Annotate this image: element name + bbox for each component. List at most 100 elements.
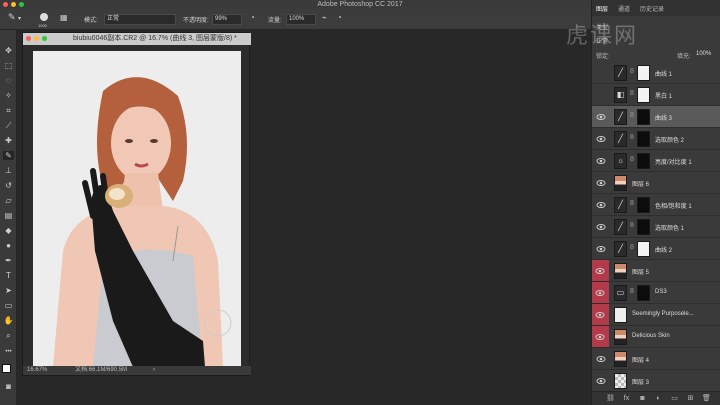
tab-channels[interactable]: 通道: [618, 4, 630, 13]
history-brush-tool-icon[interactable]: ↺: [3, 181, 14, 190]
new-group-icon[interactable]: ▭: [670, 394, 679, 403]
airbrush-icon[interactable]: ⌁: [322, 13, 327, 22]
quick-select-tool-icon[interactable]: ✧: [3, 91, 14, 100]
type-tool-icon[interactable]: T: [3, 271, 14, 280]
eye-icon[interactable]: [596, 90, 606, 100]
document-size[interactable]: 文档:66.1M/690.5M: [75, 366, 127, 375]
pressure-size-icon[interactable]: ◔: [337, 13, 342, 22]
eye-icon[interactable]: [596, 68, 606, 78]
adjustment-layer-icon[interactable]: ◐: [654, 394, 663, 403]
gradient-tool-icon[interactable]: ▤: [3, 211, 14, 220]
layer-name: 图层 4: [632, 358, 650, 364]
eye-icon[interactable]: [596, 134, 606, 144]
blur-tool-icon[interactable]: ◆: [3, 226, 14, 235]
layer-mask-thumbnail[interactable]: [637, 219, 650, 235]
layer-row[interactable]: ╱ 8 色相/饱和度 1: [592, 194, 720, 216]
fill-input[interactable]: 100%: [696, 51, 711, 57]
layer-row[interactable]: Seemingly Purposele...: [592, 304, 720, 326]
eye-icon[interactable]: [596, 222, 606, 232]
mask-link-icon[interactable]: 8: [630, 68, 634, 75]
layer-row[interactable]: ╱ 8 曲线 2: [592, 238, 720, 260]
eye-icon[interactable]: [592, 304, 609, 325]
tab-history[interactable]: 历史记录: [640, 4, 664, 13]
more-tools-icon[interactable]: •••: [3, 348, 14, 357]
eye-icon[interactable]: [592, 326, 609, 347]
layer-mask-thumbnail[interactable]: [637, 241, 650, 257]
chevron-down-icon[interactable]: ▾: [18, 15, 21, 22]
photo-canvas[interactable]: [33, 51, 241, 367]
layer-mask-thumbnail[interactable]: [637, 153, 650, 169]
mask-link-icon[interactable]: 8: [630, 244, 634, 251]
eraser-tool-icon[interactable]: ▱: [3, 196, 14, 205]
mask-link-icon[interactable]: 8: [630, 200, 634, 207]
path-select-tool-icon[interactable]: ➤: [3, 286, 14, 295]
layer-row[interactable]: ◧ 8 黑白 1: [592, 84, 720, 106]
eye-icon[interactable]: [596, 244, 606, 254]
layer-row[interactable]: ☼ 8 亮度/对比度 1: [592, 150, 720, 172]
eye-icon[interactable]: [596, 178, 606, 188]
eyedropper-tool-icon[interactable]: ⟋: [3, 121, 14, 130]
close-document-button[interactable]: [26, 36, 31, 41]
dodge-tool-icon[interactable]: ●: [3, 241, 14, 250]
layer-mask-thumbnail[interactable]: [637, 131, 650, 147]
mask-link-icon[interactable]: 8: [630, 134, 634, 141]
eye-icon[interactable]: [596, 354, 606, 364]
brush-panel-icon[interactable]: ▦: [60, 13, 68, 22]
layer-mask-thumbnail[interactable]: [637, 197, 650, 213]
zoom-document-button[interactable]: [42, 36, 47, 41]
layer-row[interactable]: 图层 6: [592, 172, 720, 194]
new-layer-icon[interactable]: ⊞: [686, 394, 695, 403]
pen-tool-icon[interactable]: ✒: [3, 256, 14, 265]
layer-mask-thumbnail[interactable]: [637, 87, 650, 103]
marquee-tool-icon[interactable]: ⬚: [3, 61, 14, 70]
eye-icon[interactable]: [596, 112, 606, 122]
document-tab[interactable]: biubiu0046副本.CR2 @ 16.7% (曲线 3, 图层蒙版/8) …: [23, 33, 251, 45]
move-tool-icon[interactable]: ✥: [3, 46, 14, 55]
layer-row[interactable]: ▭ 8 DS3: [592, 282, 720, 304]
quick-mask-icon[interactable]: ◙: [3, 382, 14, 391]
layer-row[interactable]: ╱ 8 曲线 1: [592, 62, 720, 84]
flow-input[interactable]: 100%: [286, 14, 316, 25]
delete-layer-icon[interactable]: 🗑: [702, 394, 711, 403]
layer-row[interactable]: ╱ 8 选取颜色 1: [592, 216, 720, 238]
link-layers-icon[interactable]: ⛓: [606, 394, 615, 403]
foreground-color-swatch[interactable]: [2, 364, 11, 373]
eye-icon[interactable]: [592, 260, 609, 281]
brush-tool-icon-selected[interactable]: ✎: [3, 151, 14, 160]
stamp-tool-icon[interactable]: ⊥: [3, 166, 14, 175]
layer-mask-thumbnail[interactable]: [637, 65, 650, 81]
layer-row[interactable]: Delicious Skin: [592, 326, 720, 348]
mask-link-icon[interactable]: 8: [630, 156, 634, 163]
eye-icon[interactable]: [596, 200, 606, 210]
crop-tool-icon[interactable]: ⌗: [3, 106, 14, 115]
zoom-level[interactable]: 16.67%: [27, 366, 47, 375]
mask-link-icon[interactable]: 8: [630, 288, 634, 295]
layer-row[interactable]: ╱ 8 曲线 3: [592, 106, 720, 128]
hand-tool-icon[interactable]: ✋: [3, 316, 14, 325]
layer-mask-thumbnail[interactable]: [637, 285, 650, 301]
eye-icon[interactable]: [596, 156, 606, 166]
eye-icon[interactable]: [596, 376, 606, 386]
add-mask-icon[interactable]: ◙: [638, 394, 647, 403]
lasso-tool-icon[interactable]: ◌: [3, 76, 14, 85]
brush-tool-icon[interactable]: ✎: [8, 12, 16, 23]
eye-icon[interactable]: [592, 282, 609, 303]
layer-row[interactable]: 图层 5: [592, 260, 720, 282]
minimize-document-button[interactable]: [34, 36, 39, 41]
mode-select[interactable]: 正常: [104, 14, 176, 25]
pressure-opacity-icon[interactable]: ◔: [250, 13, 255, 22]
zoom-tool-icon[interactable]: ⌕: [3, 331, 14, 340]
opacity-input[interactable]: 99%: [212, 14, 242, 25]
status-menu-icon[interactable]: ›: [153, 366, 155, 375]
shape-tool-icon[interactable]: ▭: [3, 301, 14, 310]
layer-style-icon[interactable]: fx: [622, 394, 631, 403]
tab-layers[interactable]: 图层: [596, 4, 608, 13]
layer-row[interactable]: 图层 4: [592, 348, 720, 370]
mask-link-icon[interactable]: 8: [630, 90, 634, 97]
mask-link-icon[interactable]: 8: [630, 222, 634, 229]
mask-link-icon[interactable]: 8: [630, 112, 634, 119]
healing-brush-tool-icon[interactable]: ✚: [3, 136, 14, 145]
layer-mask-thumbnail[interactable]: [637, 109, 650, 125]
layer-row[interactable]: 图层 3: [592, 370, 720, 390]
layer-row[interactable]: ╱ 8 选取颜色 2: [592, 128, 720, 150]
